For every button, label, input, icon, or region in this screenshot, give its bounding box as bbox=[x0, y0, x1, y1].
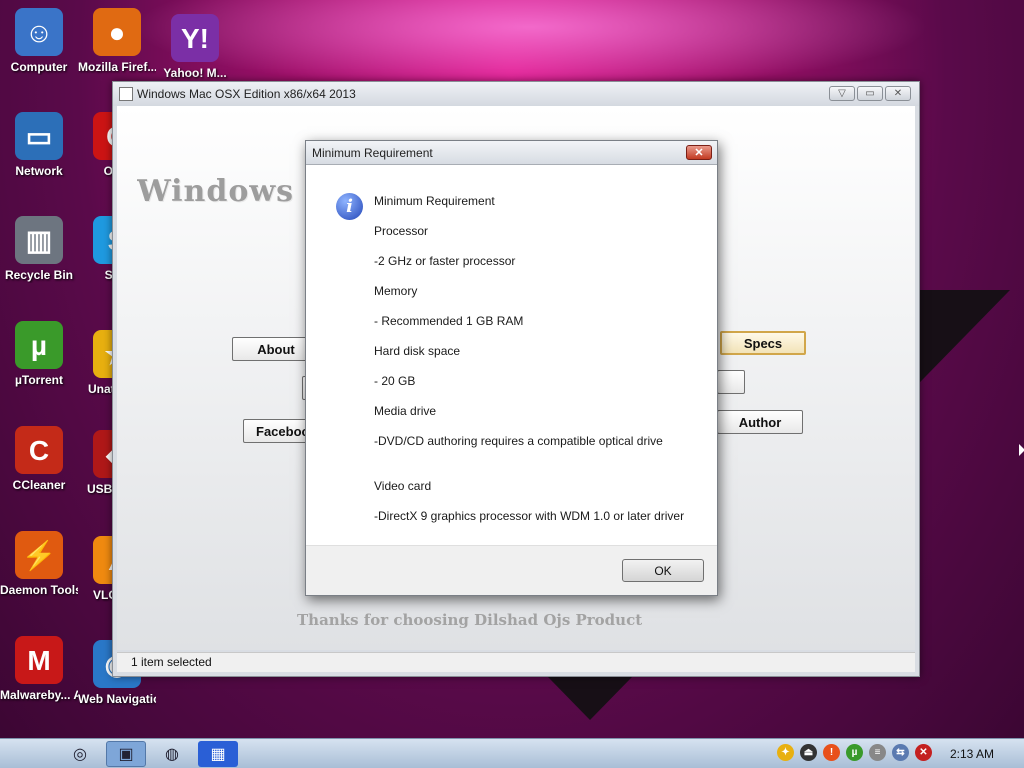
desktop-icon-label: CCleaner bbox=[12, 478, 66, 492]
desktop-icon-label: Computer bbox=[10, 60, 68, 74]
desktop-icon[interactable]: M Malwareby... Anti-Malwa... bbox=[0, 636, 78, 703]
computer-icon: ☺ bbox=[15, 8, 63, 56]
malwarebytes-icon: M bbox=[15, 636, 63, 684]
minimum-requirement-dialog: Minimum Requirement ✕ i Minimum Requirem… bbox=[305, 140, 718, 596]
desktop-icon[interactable]: µ µTorrent bbox=[0, 321, 78, 388]
apple-menu-icon[interactable] bbox=[6, 741, 46, 767]
author-button[interactable]: Author bbox=[717, 410, 803, 434]
yahoo-messenger-icon: Y! bbox=[171, 14, 219, 62]
firefox-icon: ● bbox=[93, 8, 141, 56]
maximize-button[interactable]: ▭ bbox=[857, 86, 883, 101]
desktop-icon[interactable]: ☺ Computer bbox=[0, 8, 78, 75]
network-tray-icon[interactable]: ⇆ bbox=[892, 744, 909, 761]
status-bar: 1 item selected bbox=[117, 652, 915, 672]
dialog-line: Hard disk space bbox=[374, 344, 461, 358]
explorer-task-icon[interactable]: ▣ bbox=[106, 741, 146, 767]
taskbar: ◎ ▣ ◍ ▦ ✦ ⏏ ! µ ≡ ⇆ ✕ 2:13 AM bbox=[0, 738, 1024, 768]
desktop-icon[interactable]: C CCleaner bbox=[0, 426, 78, 493]
minimize-button[interactable]: ▽ bbox=[829, 86, 855, 101]
ccleaner-icon: C bbox=[15, 426, 63, 474]
clock: 2:13 AM bbox=[949, 747, 994, 761]
desktop-icon[interactable]: ● Mozilla Firef... bbox=[78, 8, 156, 75]
dialog-line: - Recommended 1 GB RAM bbox=[374, 314, 524, 328]
desktop-icon-label: Recycle Bin bbox=[4, 268, 74, 282]
dialog-message: Minimum Requirement Processor -2 GHz or fa… bbox=[374, 186, 709, 531]
dialog-title: Minimum Requirement bbox=[306, 141, 717, 165]
dialog-line: Minimum Requirement bbox=[374, 194, 495, 208]
recycle-bin-icon: ▥ bbox=[15, 216, 63, 264]
network-icon: ▭ bbox=[15, 112, 63, 160]
hidden-right-button[interactable] bbox=[717, 370, 745, 394]
system-tray: ✦ ⏏ ! µ ≡ ⇆ ✕ bbox=[777, 744, 932, 761]
desktop-icon-label: Yahoo! M... bbox=[163, 66, 227, 80]
desktop-icon[interactable]: Y! Yahoo! M... bbox=[156, 14, 234, 81]
wallpaper-glow bbox=[130, 0, 930, 90]
app-task-icon[interactable]: ▦ bbox=[198, 741, 238, 767]
dialog-line: Media drive bbox=[374, 404, 437, 418]
tray-star-icon[interactable]: ✦ bbox=[777, 744, 794, 761]
window-controls: ▽ ▭ ✕ bbox=[829, 86, 911, 101]
volume-muted-icon[interactable]: ✕ bbox=[915, 744, 932, 761]
dialog-line: -2 GHz or faster processor bbox=[374, 254, 516, 268]
desktop-icon-label: Mozilla Firef... bbox=[78, 60, 156, 74]
mouse-cursor-icon bbox=[1019, 444, 1024, 456]
dialog-line: - 20 GB bbox=[374, 374, 416, 388]
dialog-line: -DirectX 9 graphics processor with WDM 1… bbox=[374, 509, 685, 523]
warning-icon[interactable]: ! bbox=[823, 744, 840, 761]
info-icon: i bbox=[336, 193, 363, 220]
dialog-line: -DVD/CD authoring requires a compatible … bbox=[374, 434, 663, 448]
desktop-icon-label: Network bbox=[15, 164, 63, 178]
finder-icon[interactable]: ◎ bbox=[60, 741, 100, 767]
utorrent-tray-icon[interactable]: µ bbox=[846, 744, 863, 761]
app-icon bbox=[119, 87, 133, 101]
desktop-icon[interactable]: ⚡ Daemon Tools PRO bbox=[0, 531, 78, 598]
main-window-title: Windows Mac OSX Edition x86/x64 2013 bbox=[113, 82, 919, 106]
desktop-icon-label: Daemon Tools PRO bbox=[0, 583, 78, 597]
dialog-line bbox=[374, 456, 709, 471]
tray-menu-icon[interactable]: ≡ bbox=[869, 744, 886, 761]
desktop-icon-label: Malwareby... Anti-Malwa... bbox=[0, 688, 78, 702]
dialog-line: Processor bbox=[374, 224, 429, 238]
thanks-text: Thanks for choosing Dilshad Ojs Product bbox=[297, 611, 643, 629]
desktop-icon[interactable]: ▭ Network bbox=[0, 112, 78, 179]
desktop-icon[interactable]: ▥ Recycle Bin bbox=[0, 216, 78, 283]
daemon-tools-icon: ⚡ bbox=[15, 531, 63, 579]
dialog-footer: OK bbox=[306, 545, 717, 595]
close-button[interactable]: ✕ bbox=[885, 86, 911, 101]
dialog-line: Video card bbox=[374, 479, 432, 493]
search-task-icon[interactable]: ◍ bbox=[152, 741, 192, 767]
eject-icon[interactable]: ⏏ bbox=[800, 744, 817, 761]
dialog-close-button[interactable]: ✕ bbox=[686, 145, 712, 160]
desktop-icon-label: Web Navigation bbox=[78, 692, 156, 706]
utorrent-icon: µ bbox=[15, 321, 63, 369]
dialog-line: Memory bbox=[374, 284, 418, 298]
desktop-icon-label: µTorrent bbox=[14, 373, 64, 387]
specs-button[interactable]: Specs bbox=[720, 331, 806, 355]
ok-button[interactable]: OK bbox=[622, 559, 704, 582]
